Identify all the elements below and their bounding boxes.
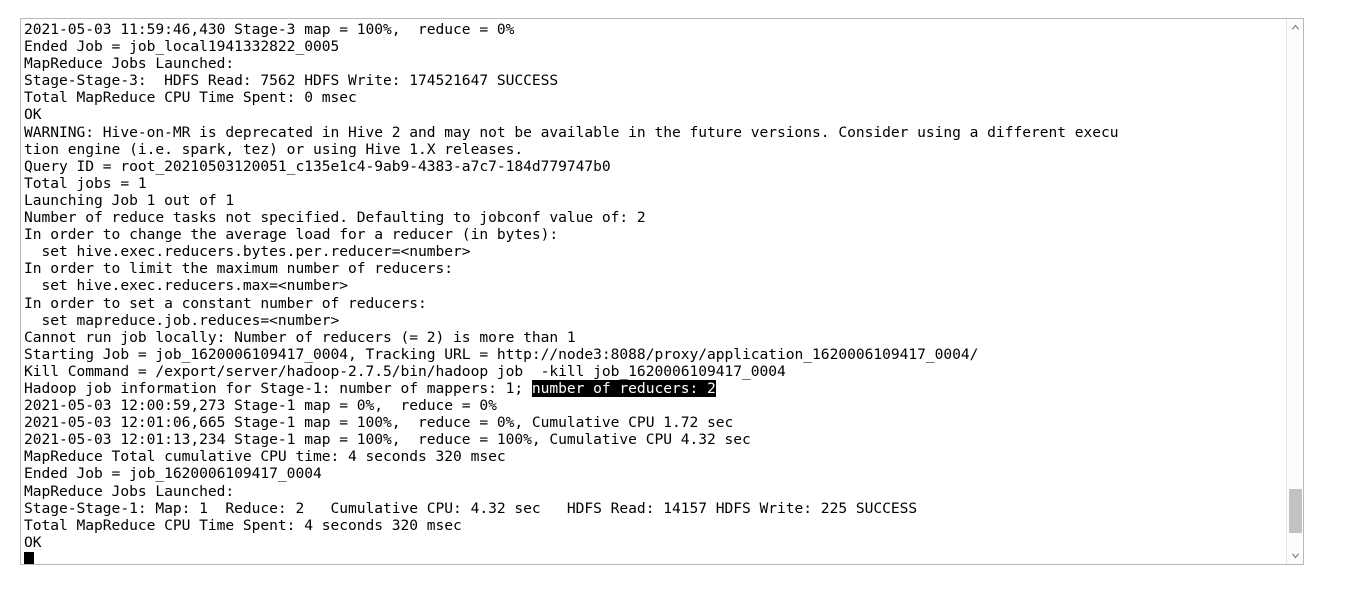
console-line: OK	[24, 533, 42, 551]
console-line: 2021-05-03 12:01:06,665 Stage-1 map = 10…	[24, 414, 734, 432]
scrollbar-track[interactable]	[1287, 35, 1303, 548]
console-line: In order to limit the maximum number of …	[24, 260, 454, 278]
console-line: Launching Job 1 out of 1	[24, 191, 235, 209]
console-line: OK	[24, 106, 42, 124]
console-line: set mapreduce.job.reduces=<number>	[24, 311, 340, 329]
vertical-scrollbar[interactable]	[1286, 19, 1303, 564]
text-cursor	[24, 551, 34, 564]
console-line: Starting Job = job_1620006109417_0004, T…	[24, 345, 979, 363]
console-output[interactable]: 2021-05-03 11:59:46,430 Stage-3 map = 10…	[21, 19, 1286, 564]
console-line: Kill Command = /export/server/hadoop-2.7…	[24, 362, 786, 380]
console-line: In order to set a constant number of red…	[24, 294, 427, 312]
console-line: WARNING: Hive-on-MR is deprecated in Hiv…	[24, 123, 1119, 141]
console-line: 2021-05-03 12:01:13,234 Stage-1 map = 10…	[24, 431, 751, 449]
console-line: Hadoop job information for Stage-1: numb…	[24, 379, 716, 397]
console-line: Total MapReduce CPU Time Spent: 4 second…	[24, 516, 462, 534]
terminal-window: 2021-05-03 11:59:46,430 Stage-3 map = 10…	[20, 18, 1304, 565]
chevron-up-icon	[1291, 24, 1300, 30]
console-line: Total jobs = 1	[24, 174, 147, 192]
console-line: Stage-Stage-3: HDFS Read: 7562 HDFS Writ…	[24, 72, 559, 90]
console-line: MapReduce Jobs Launched:	[24, 482, 235, 500]
console-line: tion engine (i.e. spark, tez) or using H…	[24, 140, 524, 158]
scroll-up-button[interactable]	[1287, 19, 1303, 35]
scroll-down-button[interactable]	[1287, 548, 1303, 564]
console-line: MapReduce Total cumulative CPU time: 4 s…	[24, 448, 506, 466]
console-line: Cannot run job locally: Number of reduce…	[24, 328, 576, 346]
console-line: Query ID = root_20210503120051_c135e1c4-…	[24, 157, 611, 175]
console-line: 2021-05-03 11:59:46,430 Stage-3 map = 10…	[24, 21, 515, 38]
console-line: Number of reduce tasks not specified. De…	[24, 209, 646, 227]
console-line: Stage-Stage-1: Map: 1 Reduce: 2 Cumulati…	[24, 499, 918, 517]
console-line: MapReduce Jobs Launched:	[24, 55, 235, 73]
chevron-down-icon	[1291, 553, 1300, 559]
console-line: Total MapReduce CPU Time Spent: 0 msec	[24, 89, 357, 107]
console-line: Ended Job = job_local1941332822_0005	[24, 38, 340, 56]
console-line: In order to change the average load for …	[24, 226, 559, 244]
selected-text: number of reducers: 2	[531, 379, 716, 397]
console-line	[24, 551, 1286, 564]
console-line: set hive.exec.reducers.bytes.per.reducer…	[24, 243, 471, 261]
scrollbar-thumb[interactable]	[1289, 489, 1302, 533]
console-line: 2021-05-03 12:00:59,273 Stage-1 map = 0%…	[24, 397, 497, 415]
console-line: Ended Job = job_1620006109417_0004	[24, 465, 322, 483]
console-line: set hive.exec.reducers.max=<number>	[24, 277, 349, 295]
